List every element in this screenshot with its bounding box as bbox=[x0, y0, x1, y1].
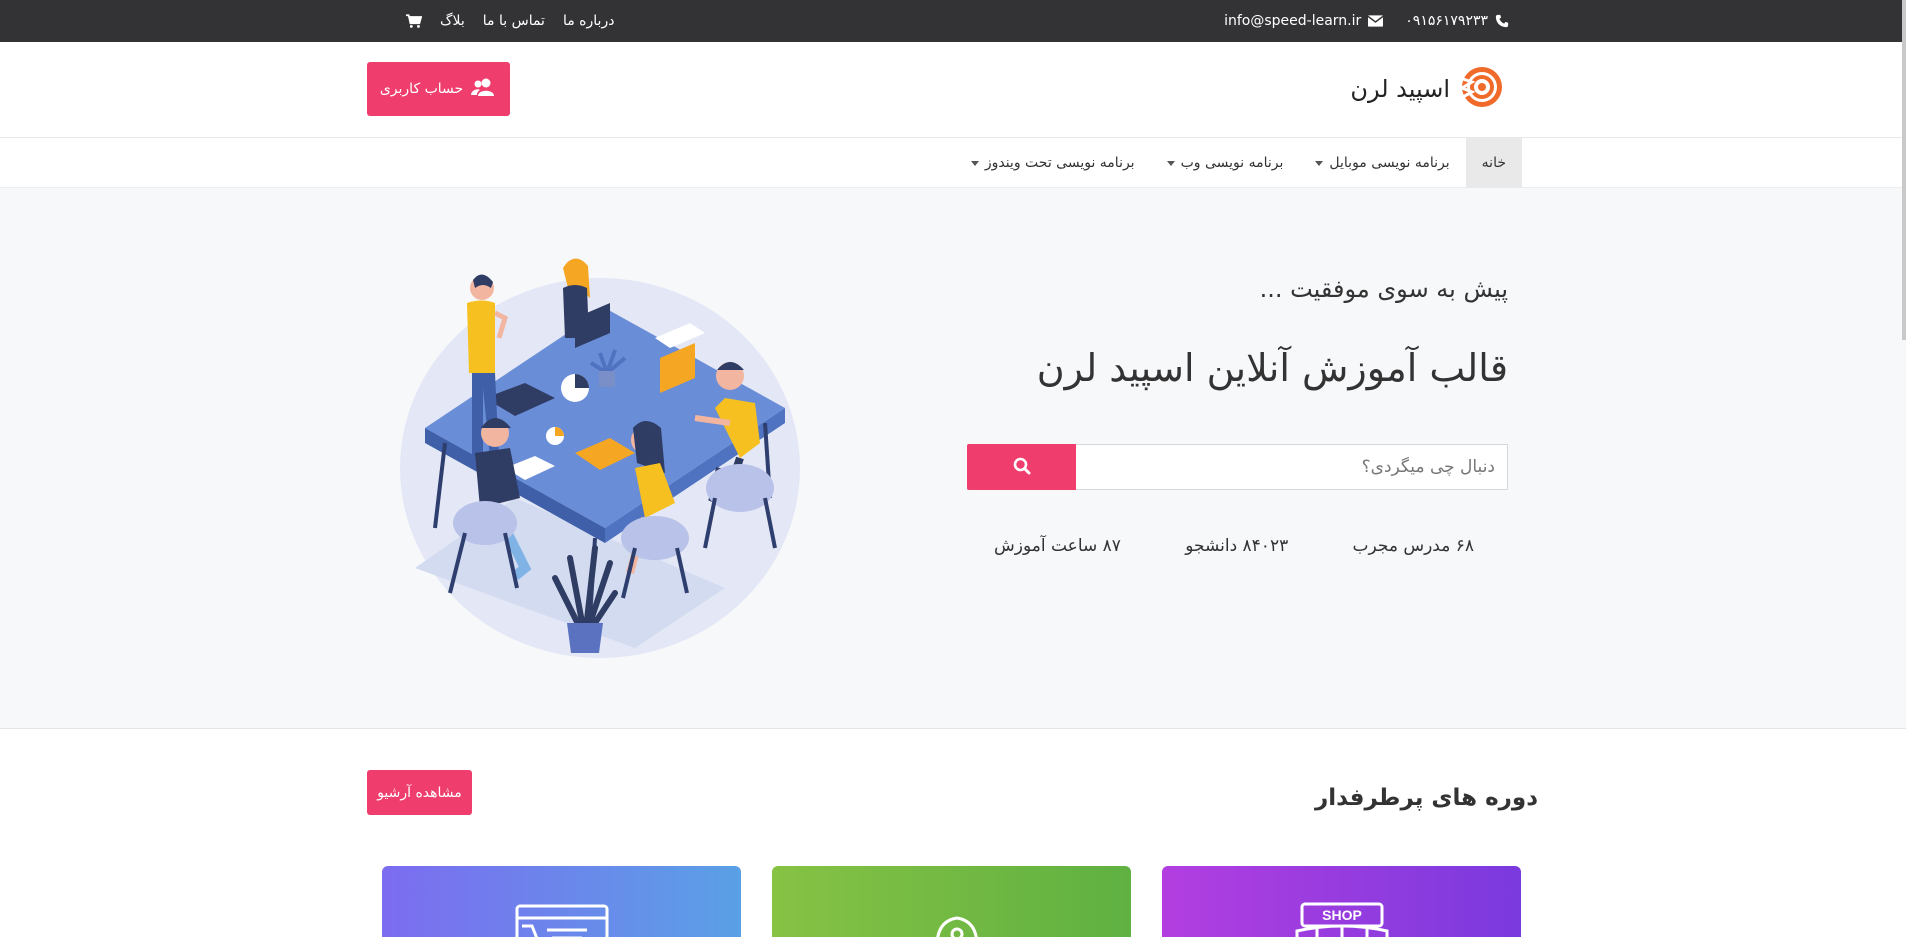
phone-icon bbox=[1494, 13, 1510, 29]
course-card-mobile[interactable] bbox=[772, 866, 1131, 937]
email-contact[interactable]: info@speed-learn.ir bbox=[1224, 13, 1383, 29]
blog-link[interactable]: بلاگ bbox=[440, 13, 465, 29]
contact-us-link[interactable]: تماس با ما bbox=[483, 13, 545, 29]
chevron-down-icon bbox=[1315, 160, 1324, 166]
search-bar bbox=[967, 444, 1508, 490]
site-logo[interactable]: اسپید لرن bbox=[1350, 64, 1504, 114]
course-card-web[interactable] bbox=[382, 866, 741, 937]
nav-item-home[interactable]: خانه bbox=[1465, 138, 1522, 188]
nav-menu: خانه برنامه نویسی موبایل برنامه نویسی وب… bbox=[955, 138, 1522, 188]
hero-section: پیش به سوی موفقیت ... قالب آموزش آنلاین … bbox=[0, 188, 1906, 729]
hero-tagline: پیش به سوی موفقیت ... bbox=[1259, 275, 1508, 303]
chevron-down-icon bbox=[1166, 160, 1175, 166]
hero-title: قالب آموزش آنلاین اسپید لرن bbox=[1036, 346, 1508, 390]
user-account-button[interactable]: حساب کاربری bbox=[367, 62, 510, 116]
browser-cart-icon bbox=[382, 904, 741, 937]
chevron-down-icon bbox=[970, 160, 979, 166]
shop-sign-text: SHOP bbox=[1322, 907, 1362, 923]
search-input[interactable] bbox=[1076, 444, 1508, 490]
view-archive-button[interactable]: مشاهده آرشیو bbox=[367, 770, 472, 815]
search-icon bbox=[1013, 457, 1031, 478]
nav-item-label: خانه bbox=[1481, 155, 1506, 171]
cart-icon[interactable] bbox=[406, 13, 422, 29]
main-nav: خانه برنامه نویسی موبایل برنامه نویسی وب… bbox=[0, 138, 1906, 188]
nav-item-label: برنامه نویسی وب bbox=[1180, 155, 1284, 171]
logo-text: اسپید لرن bbox=[1350, 75, 1450, 103]
nav-item-label: برنامه نویسی تحت ویندوز bbox=[984, 155, 1135, 171]
account-button-label: حساب کاربری bbox=[379, 81, 464, 97]
phone-number: ۰۹۱۵۶۱۷۹۲۳۳ bbox=[1405, 13, 1488, 29]
stat-hours: ۸۷ ساعت آموزش bbox=[994, 536, 1121, 556]
users-icon bbox=[471, 78, 497, 100]
envelope-icon bbox=[1367, 13, 1383, 29]
top-links: بلاگ تماس با ما درباره ما bbox=[406, 0, 614, 42]
nav-item-windows-programming[interactable]: برنامه نویسی تحت ویندوز bbox=[955, 138, 1151, 188]
about-us-link[interactable]: درباره ما bbox=[563, 13, 614, 29]
popular-courses-title: دوره های پرطرفدار bbox=[1315, 785, 1538, 811]
stats-row: ۶۸ مدرس مجرب ۸۴۰۲۳ دانشجو ۸۷ ساعت آموزش bbox=[994, 536, 1474, 556]
nav-item-label: برنامه نویسی موبایل bbox=[1329, 155, 1450, 171]
team-meeting-illustration bbox=[395, 258, 805, 658]
stat-instructors: ۶۸ مدرس مجرب bbox=[1352, 536, 1474, 556]
phone-contact[interactable]: ۰۹۱۵۶۱۷۹۲۳۳ bbox=[1405, 13, 1510, 29]
page-scrollbar[interactable] bbox=[1902, 0, 1906, 340]
course-card-shop[interactable]: SHOP bbox=[1162, 866, 1521, 937]
search-button[interactable] bbox=[967, 444, 1076, 490]
email-address: info@speed-learn.ir bbox=[1224, 13, 1362, 29]
popular-courses-section: دوره های پرطرفدار مشاهده آرشیو SHOP bbox=[0, 729, 1906, 937]
logo-emblem-icon bbox=[1458, 64, 1504, 114]
shop-icon: SHOP bbox=[1295, 902, 1389, 937]
mouse-icon bbox=[772, 916, 1131, 937]
nav-item-mobile-programming[interactable]: برنامه نویسی موبایل bbox=[1299, 138, 1465, 188]
stat-students: ۸۴۰۲۳ دانشجو bbox=[1185, 536, 1289, 556]
contact-info: ۰۹۱۵۶۱۷۹۲۳۳ info@speed-learn.ir bbox=[1224, 0, 1510, 42]
nav-item-web-programming[interactable]: برنامه نویسی وب bbox=[1151, 138, 1300, 188]
site-header: اسپید لرن حساب کاربری bbox=[0, 42, 1906, 138]
top-bar: ۰۹۱۵۶۱۷۹۲۳۳ info@speed-learn.ir بلاگ تما… bbox=[0, 0, 1906, 42]
